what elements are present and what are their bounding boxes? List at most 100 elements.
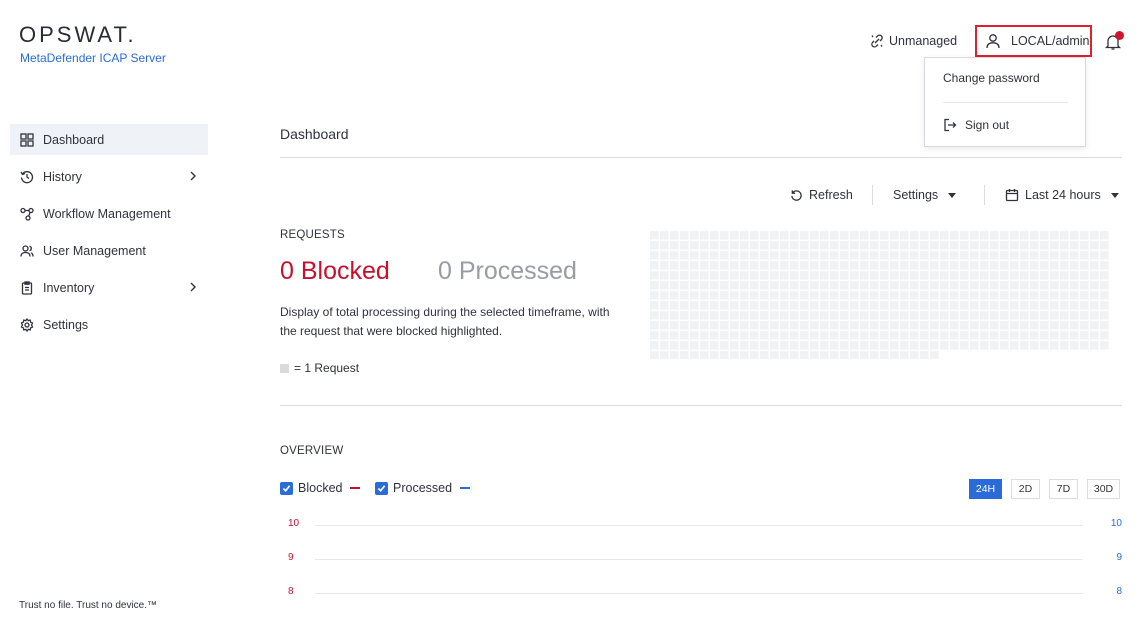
request-cell [870,341,879,350]
request-cell [650,341,659,350]
request-cell [1050,241,1059,250]
request-cell [920,271,929,280]
request-cell [840,351,849,359]
timeframe-label: Last 24 hours [1025,188,1101,202]
change-password-menu-item[interactable]: Change password [943,71,1040,85]
request-cell [1060,281,1069,290]
request-cell [750,291,759,300]
request-cell [750,261,759,270]
processed-series-toggle[interactable]: Processed [375,481,471,495]
request-cell [1080,241,1089,250]
request-cell [950,231,959,240]
request-cell [750,281,759,290]
request-cell [1070,321,1079,330]
request-cell [870,261,879,270]
request-cell [800,261,809,270]
request-cell [1090,291,1099,300]
range-7d-button[interactable]: 7D [1049,479,1078,499]
request-cell [760,351,769,359]
sidebar-item-inventory[interactable]: Inventory [10,272,208,303]
request-cell [940,291,949,300]
request-cell [830,301,839,310]
range-2d-button[interactable]: 2D [1011,479,1040,499]
request-cell [800,271,809,280]
unmanaged-label: Unmanaged [889,34,958,48]
request-cell [690,321,699,330]
request-cell [1010,321,1019,330]
request-cell [790,301,799,310]
sidebar-item-history[interactable]: History [10,161,208,192]
request-cell [1000,251,1009,260]
unmanaged-status[interactable]: Unmanaged [870,34,957,48]
request-cell [740,251,749,260]
request-cell [780,281,789,290]
request-cell [820,291,829,300]
request-cell [850,331,859,340]
request-cell [780,271,789,280]
request-cell [840,291,849,300]
request-cell [860,271,869,280]
request-cell [1060,321,1069,330]
request-cell [720,301,729,310]
request-cell [850,351,859,359]
request-cell [720,351,729,359]
timeframe-dropdown[interactable]: Last 24 hours [1005,186,1119,204]
refresh-icon [791,189,802,201]
request-cell [890,271,899,280]
sidebar-item-workflow-management[interactable]: Workflow Management [10,198,208,229]
user-menu-button[interactable]: LOCAL/admin [975,25,1092,57]
request-cell [1010,341,1019,350]
request-cell [800,251,809,260]
blocked-series-toggle[interactable]: Blocked [280,481,361,495]
history-icon [19,169,34,184]
request-cell [710,311,719,320]
request-cell [650,291,659,300]
request-cell [730,241,739,250]
request-cell [940,231,949,240]
request-cell [710,301,719,310]
request-cell [1050,331,1059,340]
request-cell [960,251,969,260]
request-cell [900,331,909,340]
request-cell [660,291,669,300]
request-cell [700,241,709,250]
range-30d-button[interactable]: 30D [1087,479,1120,499]
request-cell [740,271,749,280]
request-cell [910,231,919,240]
sidebar-item-settings[interactable]: Settings [10,309,208,340]
request-cell [1030,331,1039,340]
request-cell [840,261,849,270]
request-cell [920,291,929,300]
sidebar-item-dashboard[interactable]: Dashboard [10,124,208,155]
request-cell [810,321,819,330]
request-cell [1010,231,1019,240]
request-cell [1060,231,1069,240]
request-cell [980,241,989,250]
sidebar-item-user-management[interactable]: User Management [10,235,208,266]
range-24h-button[interactable]: 24H [969,479,1002,499]
user-dropdown-menu: Change password Sign out [924,57,1086,147]
settings-dropdown[interactable]: Settings [893,186,957,204]
request-cell [870,331,879,340]
request-cell [890,281,899,290]
request-cell [860,231,869,240]
request-cell [920,251,929,260]
request-cell [810,271,819,280]
sign-out-menu-item[interactable]: Sign out [943,118,1009,132]
request-cell [770,261,779,270]
request-cell [970,281,979,290]
request-cell [950,251,959,260]
request-cell [680,261,689,270]
request-cell [740,331,749,340]
request-cell [830,341,839,350]
request-cell [930,301,939,310]
request-cell [960,271,969,280]
request-cell [970,261,979,270]
refresh-label: Refresh [809,188,853,202]
request-cell [970,251,979,260]
request-cell [1040,291,1049,300]
request-cell [1040,231,1049,240]
refresh-button[interactable]: Refresh [790,186,853,204]
request-cell [650,331,659,340]
request-cell [680,251,689,260]
